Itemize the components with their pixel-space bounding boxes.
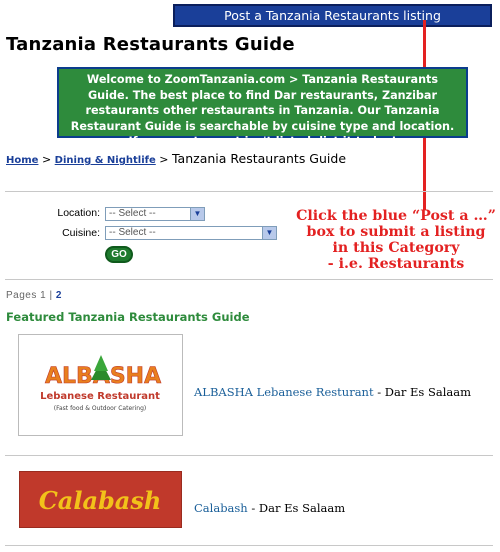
- go-button[interactable]: GO: [105, 246, 133, 263]
- breadcrumb-dining-link[interactable]: Dining & Nightlife: [55, 155, 156, 166]
- cuisine-select-value: -- Select --: [109, 227, 156, 238]
- welcome-banner: Welcome to ZoomTanzania.com > Tanzania R…: [57, 67, 468, 148]
- divider: [5, 191, 493, 192]
- listing-item: Calabash - Dar Es Salaam: [194, 501, 345, 515]
- breadcrumb-separator: >: [38, 153, 55, 166]
- annotation-line: Click the blue “Post a …”: [296, 208, 496, 224]
- post-listing-button[interactable]: Post a Tanzania Restaurants listing: [173, 4, 492, 27]
- chevron-down-icon: ▼: [190, 208, 204, 220]
- location-select-value: -- Select --: [109, 208, 156, 219]
- listing-link-calabash[interactable]: Calabash: [194, 501, 248, 515]
- logo-tagline: (Fast food & Outdoor Catering): [54, 405, 146, 412]
- albasha-logo[interactable]: ALBASHA Lebanese Restaurant (Fast food &…: [18, 334, 183, 436]
- pagination: Pages 1 | 2: [6, 290, 62, 301]
- calabash-logo-image: Calabash: [39, 486, 162, 515]
- albasha-logo-image: ALBASHA Lebanese Restaurant (Fast food &…: [40, 355, 161, 412]
- page-2-link[interactable]: 2: [56, 290, 62, 301]
- cuisine-select[interactable]: -- Select -- ▼: [105, 226, 277, 240]
- annotation-line: in this Category: [332, 240, 460, 256]
- divider: [5, 279, 493, 280]
- featured-heading: Featured Tanzania Restaurants Guide: [6, 310, 250, 324]
- annotation-callout: Click the blue “Post a …” box to submit …: [296, 208, 496, 272]
- annotation-line: box to submit a listing: [306, 224, 486, 240]
- listing-link-albasha[interactable]: ALBASHA Lebanese Resturant: [194, 385, 374, 399]
- breadcrumb-separator: >: [155, 153, 172, 166]
- listing-item: ALBASHA Lebanese Resturant - Dar Es Sala…: [194, 385, 471, 399]
- divider: [5, 455, 493, 456]
- pagination-label: Pages 1 |: [6, 290, 53, 301]
- listing-location: - Dar Es Salaam: [247, 501, 346, 515]
- cuisine-label: Cuisine:: [62, 227, 100, 239]
- location-select[interactable]: -- Select -- ▼: [105, 207, 205, 221]
- annotation-line: - i.e. Restaurants: [327, 256, 465, 272]
- logo-subtitle: Lebanese Restaurant: [40, 391, 160, 402]
- calabash-logo[interactable]: Calabash: [19, 471, 182, 528]
- logo-text: Calabash: [39, 486, 162, 515]
- divider: [5, 545, 493, 546]
- page-title: Tanzania Restaurants Guide: [6, 34, 295, 55]
- chevron-down-icon: ▼: [262, 227, 276, 239]
- breadcrumb-current: Tanzania Restaurants Guide: [171, 151, 347, 166]
- location-label: Location:: [57, 207, 100, 219]
- breadcrumb: Home > Dining & Nightlife > Tanzania Res…: [6, 151, 346, 166]
- listing-location: - Dar Es Salaam: [373, 385, 471, 399]
- cedar-tree-icon: [94, 355, 108, 371]
- breadcrumb-home-link[interactable]: Home: [6, 155, 38, 166]
